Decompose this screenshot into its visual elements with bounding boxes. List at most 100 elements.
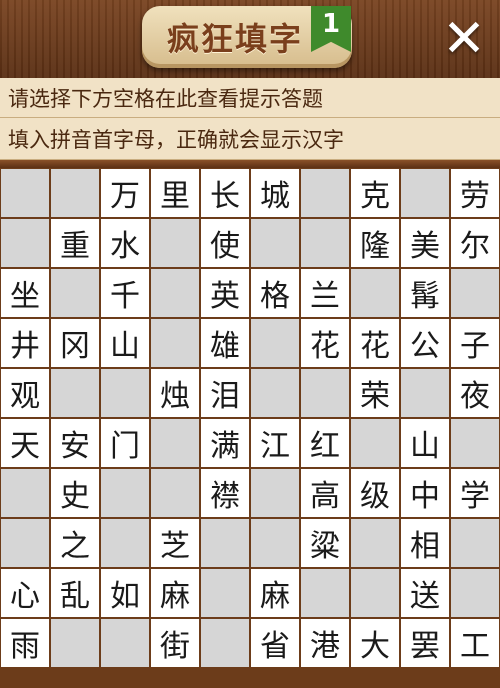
letter-cell[interactable]: 髯 [401,269,449,317]
letter-cell[interactable]: 使 [201,219,249,267]
letter-cell[interactable]: 之 [51,519,99,567]
blank-cell [151,219,199,267]
letter-cell[interactable]: 城 [251,169,299,217]
letter-cell[interactable]: 芝 [151,519,199,567]
letter-cell[interactable]: 粱 [301,519,349,567]
blank-cell [451,419,499,467]
blank-cell [1,469,49,517]
blank-cell [51,269,99,317]
blank-cell [251,219,299,267]
blank-cell [101,519,149,567]
letter-cell[interactable]: 劳 [451,169,499,217]
letter-cell[interactable]: 史 [51,469,99,517]
letter-cell[interactable]: 重 [51,219,99,267]
letter-cell[interactable]: 荣 [351,369,399,417]
blank-cell [151,319,199,367]
blank-cell [351,269,399,317]
letter-cell[interactable]: 心 [1,569,49,617]
letter-cell[interactable]: 港 [301,619,349,667]
blank-cell [251,369,299,417]
letter-cell[interactable]: 花 [351,319,399,367]
letter-cell[interactable]: 水 [101,219,149,267]
blank-cell [201,619,249,667]
letter-cell[interactable]: 满 [201,419,249,467]
close-icon: ✕ [442,9,486,69]
letter-cell[interactable]: 门 [101,419,149,467]
letter-cell[interactable]: 学 [451,469,499,517]
blank-cell [251,519,299,567]
letter-cell[interactable]: 英 [201,269,249,317]
blank-cell [101,469,149,517]
blank-cell [101,619,149,667]
letter-cell[interactable]: 中 [401,469,449,517]
blank-cell [401,369,449,417]
letter-cell[interactable]: 夜 [451,369,499,417]
letter-cell[interactable]: 高 [301,469,349,517]
letter-cell[interactable]: 天 [1,419,49,467]
letter-cell[interactable]: 里 [151,169,199,217]
letter-cell[interactable]: 观 [1,369,49,417]
letter-cell[interactable]: 雨 [1,619,49,667]
blank-cell [451,569,499,617]
blank-cell [351,419,399,467]
letter-cell[interactable]: 花 [301,319,349,367]
blank-cell [151,269,199,317]
letter-cell[interactable]: 雄 [201,319,249,367]
letter-cell[interactable]: 千 [101,269,149,317]
letter-cell[interactable]: 江 [251,419,299,467]
blank-cell [301,219,349,267]
blank-cell [301,369,349,417]
top-bar: 疯狂填字 1 ✕ [0,0,500,78]
letter-cell[interactable]: 尔 [451,219,499,267]
letter-cell[interactable]: 兰 [301,269,349,317]
blank-cell [151,469,199,517]
letter-cell[interactable]: 坐 [1,269,49,317]
blank-cell [201,569,249,617]
blank-cell [1,219,49,267]
blank-cell [351,569,399,617]
close-button[interactable]: ✕ [435,8,493,70]
blank-cell [301,569,349,617]
letter-cell[interactable]: 山 [401,419,449,467]
letter-cell[interactable]: 相 [401,519,449,567]
blank-cell [101,369,149,417]
letter-cell[interactable]: 送 [401,569,449,617]
blank-cell [1,519,49,567]
letter-cell[interactable]: 级 [351,469,399,517]
blank-cell [351,519,399,567]
blank-cell [51,369,99,417]
letter-cell[interactable]: 万 [101,169,149,217]
letter-cell[interactable]: 格 [251,269,299,317]
letter-cell[interactable]: 美 [401,219,449,267]
letter-cell[interactable]: 大 [351,619,399,667]
letter-cell[interactable]: 长 [201,169,249,217]
letter-cell[interactable]: 麻 [151,569,199,617]
letter-cell[interactable]: 井 [1,319,49,367]
letter-cell[interactable]: 乱 [51,569,99,617]
letter-cell[interactable]: 安 [51,419,99,467]
letter-cell[interactable]: 街 [151,619,199,667]
letter-cell[interactable]: 红 [301,419,349,467]
hint-line-1: 请选择下方空格在此查看提示答题 [0,78,500,118]
letter-cell[interactable]: 罢 [401,619,449,667]
letter-cell[interactable]: 克 [351,169,399,217]
blank-cell [251,319,299,367]
letter-cell[interactable]: 工 [451,619,499,667]
blank-cell [151,419,199,467]
letter-cell[interactable]: 山 [101,319,149,367]
letter-cell[interactable]: 麻 [251,569,299,617]
letter-cell[interactable]: 襟 [201,469,249,517]
letter-cell[interactable]: 隆 [351,219,399,267]
letter-cell[interactable]: 公 [401,319,449,367]
letter-cell[interactable]: 冈 [51,319,99,367]
letter-cell[interactable]: 子 [451,319,499,367]
letter-cell[interactable]: 烛 [151,369,199,417]
blank-cell [251,469,299,517]
letter-cell[interactable]: 如 [101,569,149,617]
blank-cell [451,269,499,317]
letter-cell[interactable]: 泪 [201,369,249,417]
game-title: 疯狂填字 [166,20,303,58]
letter-cell[interactable]: 省 [251,619,299,667]
hint-line-2: 填入拼音首字母，正确就会显示汉字 [0,118,500,160]
blank-cell [201,519,249,567]
